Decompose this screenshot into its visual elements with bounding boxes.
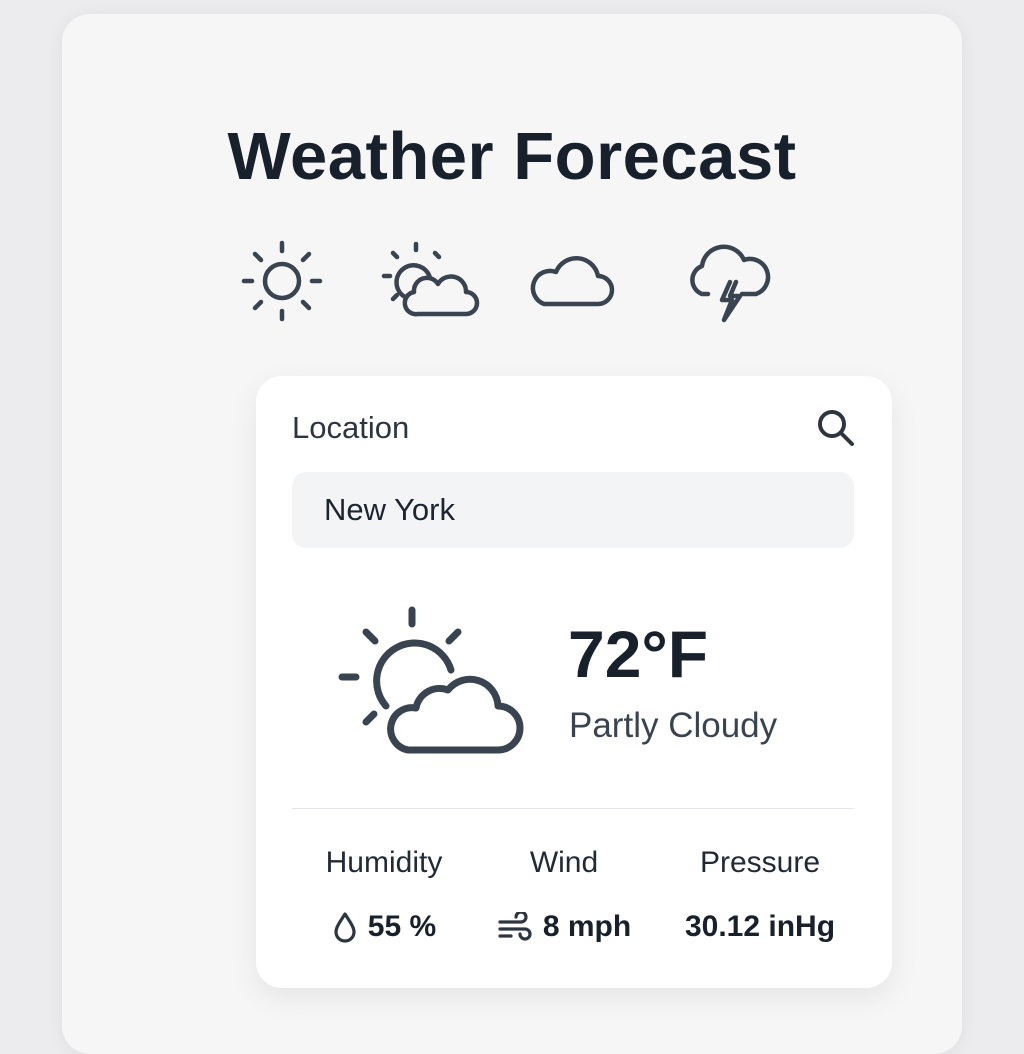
app-container: Weather Forecast Location New York 72°F … — [62, 14, 962, 1054]
wind-stat: Wind 8 mph — [482, 846, 646, 944]
wind-icon — [498, 912, 532, 941]
wind-label: Wind — [529, 846, 599, 879]
partly-cloudy-icon — [338, 606, 524, 754]
search-icon[interactable] — [814, 406, 858, 450]
pressure-value: 30.12 inHg — [684, 910, 836, 943]
divider — [292, 808, 854, 809]
thunderstorm-icon — [690, 244, 771, 323]
humidity-value: 55 % — [367, 910, 437, 943]
wind-value-row: 8 mph — [482, 910, 646, 944]
weather-card: Location 72°F Partly Cloudy Humidity — [256, 376, 892, 988]
partly-cloudy-icon — [381, 241, 480, 317]
weather-type-icon-row — [62, 236, 962, 336]
pressure-stat: Pressure 30.12 inHg — [668, 846, 852, 944]
page-title: Weather Forecast — [227, 119, 797, 194]
droplet-icon — [334, 912, 356, 943]
pressure-label: Pressure — [699, 846, 821, 879]
pressure-value-row: 30.12 inHg — [668, 910, 852, 944]
wind-value: 8 mph — [542, 910, 632, 943]
sun-icon — [241, 240, 323, 322]
humidity-stat: Humidity 55 % — [296, 846, 472, 944]
cloud-icon — [530, 255, 615, 307]
condition-text: Partly Cloudy — [569, 706, 778, 745]
humidity-label: Humidity — [325, 846, 443, 879]
humidity-value-row: 55 % — [296, 910, 472, 944]
location-input[interactable] — [292, 472, 854, 548]
location-label: Location — [292, 410, 410, 445]
temperature-value: 72°F — [568, 617, 709, 691]
